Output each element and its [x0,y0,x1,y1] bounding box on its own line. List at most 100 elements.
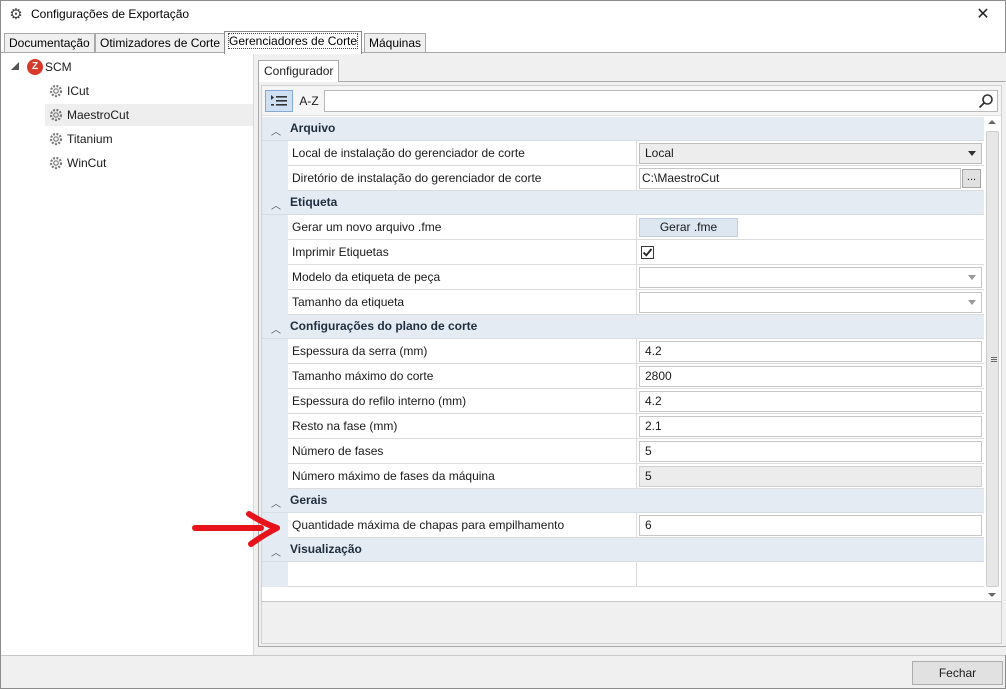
category-plano-de-corte[interactable]: ︿ Configurações do plano de corte [262,315,984,339]
tree-node-icut[interactable]: ICut [45,80,253,102]
saw-thickness-field[interactable]: 4.2 [639,341,982,362]
category-label: Arquivo [290,121,336,135]
tab-label: Gerenciadores de Corte [227,33,359,49]
search-icon[interactable] [978,93,994,109]
tree-node-label: Titanium [67,132,113,146]
inner-trim-thickness-field[interactable]: 4.2 [639,391,982,412]
tab-label: Otimizadores de Corte [100,36,221,50]
gear-icon [49,108,63,121]
max-phase-count-field: 5 [639,466,982,487]
property-row-tamanho-maximo: Tamanho máximo do corte 2800 [262,364,984,389]
category-label: Visualização [290,542,362,556]
property-name: Tamanho máximo do corte [288,364,637,389]
tree-node-maestrocut[interactable]: MaestroCut [45,104,253,126]
install-directory-field[interactable]: C:\MaestroCut [639,168,961,189]
property-name: Número de fases [288,439,637,464]
category-arquivo[interactable]: ︿ Arquivo [262,117,984,141]
property-row-modelo-etiqueta: Modelo da etiqueta de peça [262,265,984,290]
max-stack-sheets-field[interactable]: 6 [639,515,982,536]
property-grid-scrollbar[interactable] [984,117,1001,601]
browse-button[interactable]: ... [962,169,981,188]
gear-icon [49,156,63,169]
chevron-up-icon[interactable]: ︿ [271,197,281,212]
configurator-panel: A-Z ︿ Arquivo Local de instalação do ger… [258,81,1006,647]
tree-node-titanium[interactable]: Titanium [45,128,253,150]
property-grid-rows: ︿ Arquivo Local de instalação do gerenci… [262,117,984,601]
gear-icon: ⚙ [9,6,23,23]
install-location-dropdown[interactable]: Local [639,143,982,164]
property-name: Modelo da etiqueta de peça [288,265,637,290]
property-name: Quantidade máxima de chapas para empilha… [288,513,637,538]
property-search-input[interactable] [324,90,998,112]
scrollbar-thumb[interactable] [986,131,999,587]
label-size-dropdown[interactable] [639,292,982,313]
tree-node-label: ICut [67,84,90,98]
sort-by-category-button[interactable] [265,90,293,112]
footer-bar: Fechar [1,656,1005,688]
phase-remainder-field[interactable]: 2.1 [639,416,982,437]
tab-configurador[interactable]: Configurador [258,60,340,82]
property-name: Tamanho da etiqueta [288,290,637,315]
tree-node-label: SCM [45,60,72,74]
property-name: Espessura do refilo interno (mm) [288,389,637,414]
property-name: Local de instalação do gerenciador de co… [288,141,637,166]
gear-icon [49,84,63,97]
category-gerais[interactable]: ︿ Gerais [262,489,984,513]
category-label: Gerais [290,493,328,507]
property-row-qtd-max-chapas: Quantidade máxima de chapas para empilha… [262,513,984,538]
collapse-arrow-icon[interactable] [11,62,19,70]
tree-node-wincut[interactable]: WinCut [45,152,253,174]
property-row-partial [262,562,984,587]
category-visualizacao[interactable]: ︿ Visualização [262,538,984,562]
chevron-down-icon[interactable] [968,300,976,305]
grip-icon [991,357,997,362]
dropdown-value: Local [645,146,674,160]
chevron-down-icon[interactable] [968,151,976,156]
category-etiqueta[interactable]: ︿ Etiqueta [262,191,984,215]
property-row-local-instalacao: Local de instalação do gerenciador de co… [262,141,984,166]
max-cut-size-field[interactable]: 2800 [639,366,982,387]
tree-node-scm[interactable]: Z SCM [5,56,253,78]
export-settings-window: ⚙ Configurações de Exportação ✕ Document… [0,0,1006,689]
configurator-area: Configurador A-Z ︿ Arquivo Local de inst… [254,53,1006,655]
tree-node-label: MaestroCut [67,108,130,122]
scroll-down-icon[interactable] [988,593,996,597]
tab-documentacao[interactable]: Documentação [4,33,95,53]
property-row-tamanho-etiqueta: Tamanho da etiqueta [262,290,984,315]
property-name: Número máximo de fases da máquina [288,464,637,489]
chevron-up-icon[interactable]: ︿ [271,123,281,138]
chevron-down-icon[interactable] [968,275,976,280]
cut-manager-tree: Z SCM ICut MaestroCut Titanium WinCut [5,56,253,654]
phase-count-field[interactable]: 5 [639,441,982,462]
property-grid-toolbar: A-Z [262,86,1001,116]
property-row-numero-fases: Número de fases 5 [262,439,984,464]
property-name: Resto na fase (mm) [288,414,637,439]
tab-maquinas[interactable]: Máquinas [364,33,427,53]
close-button[interactable]: Fechar [912,661,1003,685]
category-label: Configurações do plano de corte [290,319,478,333]
property-row-diretorio-instalacao: Diretório de instalação do gerenciador d… [262,166,984,191]
categorized-list-icon [271,95,287,106]
property-name: Diretório de instalação do gerenciador d… [288,166,637,191]
title-bar: ⚙ Configurações de Exportação ✕ [1,1,1005,29]
tree-node-label: WinCut [67,156,107,170]
checkmark-icon [642,248,653,257]
red-arrow-annotation [192,511,280,547]
property-row-imprimir-etiquetas: Imprimir Etiquetas [262,240,984,265]
property-name: Espessura da serra (mm) [288,339,637,364]
tab-gerenciadores-de-corte[interactable]: Gerenciadores de Corte [224,31,363,54]
sort-alphabetical-button[interactable]: A-Z [295,90,323,112]
chevron-up-icon[interactable]: ︿ [271,321,281,336]
property-row-numero-max-fases: Número máximo de fases da máquina 5 [262,464,984,489]
property-description-area [262,601,1001,643]
window-close-button[interactable]: ✕ [961,1,1005,29]
print-labels-checkbox[interactable] [641,246,654,259]
label-template-dropdown[interactable] [639,267,982,288]
gear-icon [49,132,63,145]
property-row-resto-fase: Resto na fase (mm) 2.1 [262,414,984,439]
property-name: Gerar um novo arquivo .fme [288,215,637,240]
generate-fme-button[interactable]: Gerar .fme [639,218,738,237]
scroll-up-icon[interactable] [988,120,996,124]
tab-otimizadores-de-corte[interactable]: Otimizadores de Corte [95,33,226,53]
window-title: Configurações de Exportação [31,7,190,21]
